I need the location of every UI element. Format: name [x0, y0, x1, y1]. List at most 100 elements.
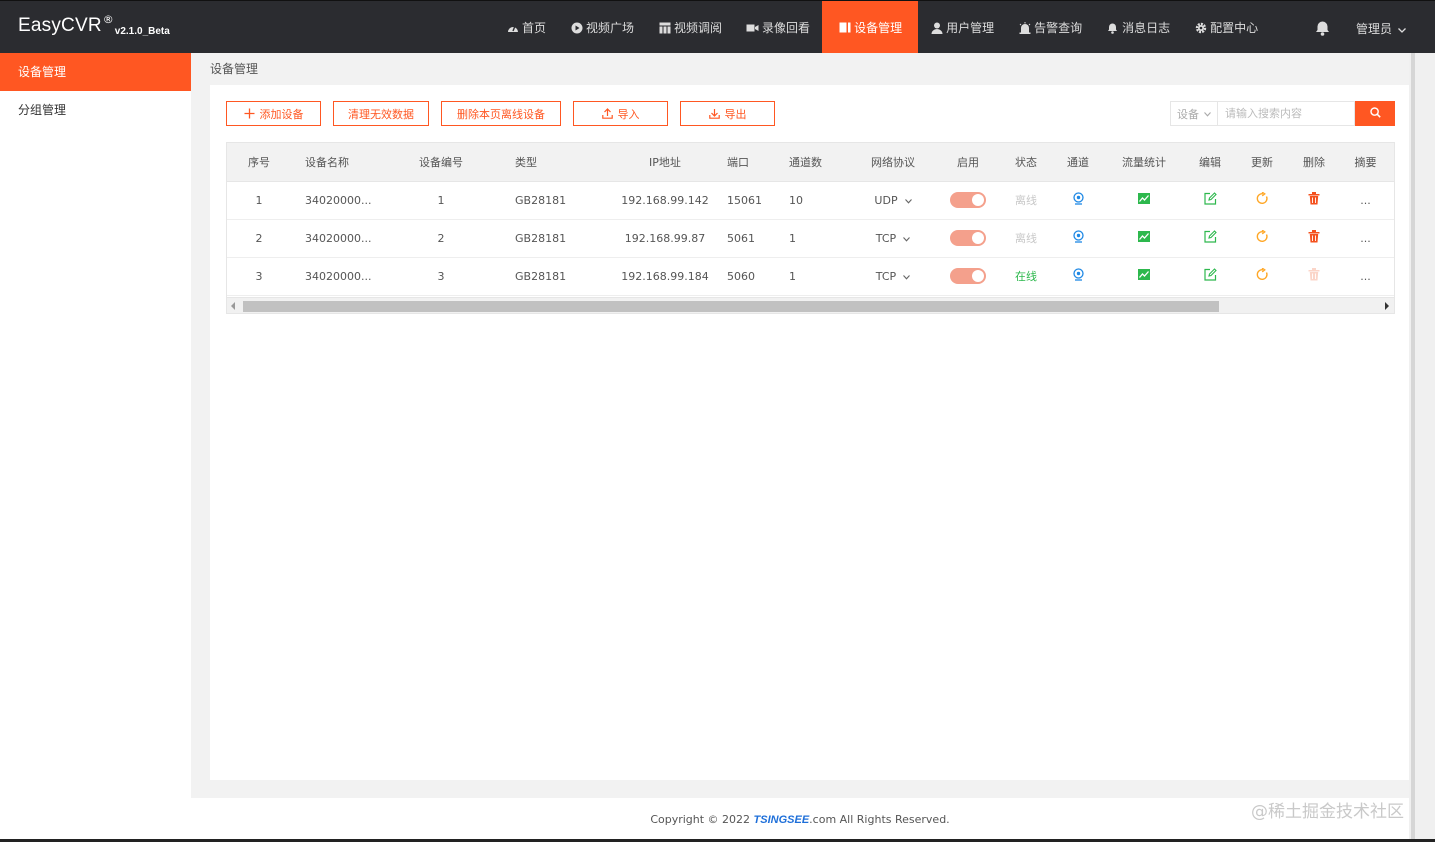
cell-summary[interactable]: ...	[1335, 181, 1394, 220]
scroll-left-arrow-icon[interactable]	[231, 302, 235, 310]
cell-channels: 10	[781, 181, 845, 220]
col-header: 通道	[1057, 143, 1099, 182]
cell-update	[1231, 257, 1293, 296]
protocol-value: UDP	[874, 193, 898, 207]
nav-item-playback[interactable]: 录像回看	[734, 1, 822, 54]
user-menu[interactable]: 管理员	[1356, 20, 1406, 37]
download-icon	[708, 108, 720, 119]
search-type-select[interactable]: 设备	[1170, 101, 1217, 126]
bell-icon	[1106, 22, 1119, 34]
cell-type: GB28181	[489, 257, 611, 296]
scrollbar-thumb[interactable]	[243, 301, 1219, 312]
app-logo[interactable]: EasyCVR ® v2.1.0_Beta	[18, 13, 170, 37]
enable-toggle[interactable]	[950, 230, 986, 246]
user-name: 管理员	[1356, 22, 1393, 36]
col-header: 摘要	[1335, 143, 1394, 182]
cell-no: 1	[227, 181, 291, 220]
search-icon	[1369, 106, 1381, 121]
export-button[interactable]: 导出	[680, 101, 775, 126]
search-button[interactable]	[1355, 101, 1395, 126]
sidebar-item-group-management[interactable]: 分组管理	[0, 91, 191, 129]
toggle-knob	[972, 270, 984, 282]
col-header: 设备编号	[393, 143, 489, 182]
import-label: 导入	[617, 107, 640, 121]
cell-status: 在线	[995, 257, 1057, 296]
col-header: 删除	[1293, 143, 1335, 182]
cell-summary[interactable]: ...	[1335, 219, 1394, 258]
col-header: 网络协议	[845, 143, 941, 182]
col-header: IP地址	[611, 143, 719, 182]
enable-toggle[interactable]	[950, 192, 986, 208]
scroll-right-arrow-icon[interactable]	[1385, 302, 1389, 310]
refresh-icon[interactable]	[1256, 192, 1269, 205]
import-button[interactable]: 导入	[573, 101, 668, 126]
col-header: 端口	[719, 143, 781, 182]
footer-brand[interactable]: TSINGSEE	[754, 814, 810, 826]
chevron-down-icon	[903, 232, 911, 245]
cell-edit	[1189, 219, 1231, 258]
main-content: 设备管理 添加设备 清理无效数据 删除本页离线设备 导入 导出 设备 请输入搜索…	[191, 53, 1409, 842]
user-icon	[930, 22, 943, 34]
nav-label: 视频广场	[586, 21, 635, 35]
nav-label: 视频调阅	[674, 21, 723, 35]
search-bar: 设备	[1170, 101, 1395, 126]
sidebar-item-device-management[interactable]: 设备管理	[0, 53, 191, 91]
nav-item-video-square[interactable]: 视频广场	[558, 1, 646, 54]
table-row: 1 34020000... 1 GB28181 192.168.99.142 1…	[227, 181, 1394, 220]
cell-device-code: 1	[393, 181, 489, 220]
app-name: EasyCVR	[18, 15, 102, 36]
add-device-button[interactable]: 添加设备	[226, 101, 321, 126]
device-icon	[838, 22, 851, 34]
watermark: @稀土掘金技术社区	[1251, 802, 1404, 822]
enable-toggle[interactable]	[950, 268, 986, 284]
chevron-down-icon	[1398, 22, 1406, 36]
edit-icon[interactable]	[1203, 230, 1217, 243]
protocol-value: TCP	[875, 231, 897, 245]
protocol-select: TCP	[875, 269, 911, 283]
protocol-value: TCP	[875, 269, 897, 283]
clear-invalid-data-button[interactable]: 清理无效数据	[333, 101, 429, 126]
page-vertical-scrollbar[interactable]	[1409, 53, 1435, 842]
channel-camera-icon[interactable]	[1072, 268, 1085, 281]
trash-icon[interactable]	[1308, 230, 1320, 243]
edit-icon[interactable]	[1203, 268, 1217, 281]
cell-delete	[1293, 257, 1335, 296]
col-header: 启用	[941, 143, 995, 182]
traffic-chart-icon[interactable]	[1138, 193, 1150, 204]
nav-item-alarm-query[interactable]: 告警查询	[1006, 1, 1094, 54]
nav-label: 设备管理	[854, 21, 903, 35]
cell-summary[interactable]: ...	[1335, 257, 1394, 296]
refresh-icon[interactable]	[1256, 230, 1269, 243]
protocol-select: TCP	[875, 231, 911, 245]
cell-protocol[interactable]: TCP	[845, 219, 941, 258]
registered-mark: ®	[102, 13, 114, 26]
cell-ip: 192.168.99.87	[611, 219, 719, 258]
toggle-knob	[972, 194, 984, 206]
footer-suffix: .com All Rights Reserved.	[809, 813, 950, 826]
trash-icon[interactable]	[1308, 192, 1320, 205]
nav-item-device-management[interactable]: 设备管理	[822, 1, 919, 54]
nav-label: 用户管理	[946, 21, 995, 35]
nav-item-home[interactable]: 首页	[494, 1, 558, 54]
channel-camera-icon[interactable]	[1072, 230, 1085, 243]
cell-protocol[interactable]: UDP	[845, 181, 941, 220]
cell-protocol[interactable]: TCP	[845, 257, 941, 296]
traffic-chart-icon[interactable]	[1138, 269, 1150, 280]
device-table: 序号 设备名称 设备编号 类型 IP地址 端口 通道数 网络协议 启用 状态 通…	[226, 142, 1395, 314]
channel-camera-icon[interactable]	[1072, 192, 1085, 205]
notification-bell-icon[interactable]	[1312, 18, 1332, 38]
cell-channel	[1057, 181, 1099, 220]
cell-no: 2	[227, 219, 291, 258]
edit-icon[interactable]	[1203, 192, 1217, 205]
refresh-icon[interactable]	[1256, 268, 1269, 281]
table-horizontal-scrollbar[interactable]	[227, 297, 1394, 313]
nav-item-message-log[interactable]: 消息日志	[1094, 1, 1182, 54]
nav-item-video-review[interactable]: 视频调阅	[646, 1, 734, 54]
col-header: 状态	[995, 143, 1057, 182]
content-panel: 添加设备 清理无效数据 删除本页离线设备 导入 导出 设备 请输入搜索内容 序号…	[210, 85, 1409, 780]
nav-item-user-management[interactable]: 用户管理	[918, 1, 1006, 54]
delete-offline-devices-button[interactable]: 删除本页离线设备	[441, 101, 561, 126]
search-input[interactable]	[1217, 101, 1355, 126]
nav-item-config-center[interactable]: 配置中心	[1182, 1, 1270, 54]
traffic-chart-icon[interactable]	[1138, 231, 1150, 242]
